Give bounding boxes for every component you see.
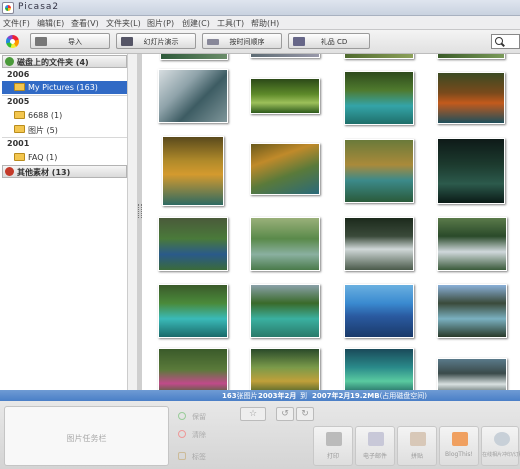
date-to: 2007年2月: [312, 392, 351, 400]
photo-thumbnail[interactable]: [344, 139, 414, 203]
sidebar-scrollbar[interactable]: [127, 54, 137, 390]
photo-thumbnail[interactable]: [158, 69, 228, 123]
import-button[interactable]: 导入: [30, 33, 110, 49]
order-prints-button[interactable]: 在线相片冲印/订购: [481, 426, 520, 466]
photo-thumbnail[interactable]: [162, 136, 224, 206]
label-button[interactable]: 标签: [172, 449, 232, 463]
picasa-logo-icon[interactable]: [6, 35, 19, 48]
year-label: 2006: [7, 70, 30, 79]
email-icon: [368, 432, 384, 446]
photo-thumbnail[interactable]: [344, 284, 414, 338]
timeline-button[interactable]: 按时间顺序: [202, 33, 282, 49]
menu-create[interactable]: 创建(C): [182, 18, 210, 29]
folder-icon: [14, 153, 25, 161]
folder-item[interactable]: My Pictures (163): [2, 81, 127, 94]
label-icon: [178, 452, 186, 460]
menu-view[interactable]: 查看(V): [71, 18, 99, 29]
tray-label: 图片任务栏: [66, 434, 107, 443]
expand-icon[interactable]: [5, 167, 14, 176]
hold-button[interactable]: 保留: [172, 409, 232, 423]
photo-thumbnail[interactable]: [437, 217, 507, 271]
photo-thumbnail[interactable]: [250, 54, 320, 58]
collapse-icon[interactable]: [5, 57, 14, 66]
print-icon: [326, 432, 342, 446]
photo-thumbnail[interactable]: [250, 78, 320, 114]
photo-thumbnail[interactable]: [250, 143, 320, 195]
photo-thumbnail[interactable]: [158, 217, 228, 271]
menu-bar: 文件(F) 编辑(E) 查看(V) 文件夹(L) 图片(P) 创建(C) 工具(…: [0, 16, 520, 30]
photo-thumbnail[interactable]: [158, 348, 228, 390]
star-icon[interactable]: ☆: [240, 407, 266, 421]
photo-thumbnail[interactable]: [437, 284, 507, 338]
hold-icon: [178, 412, 186, 420]
bottom-panel: 图片任务栏 保留 清除 标签 ☆ ↺ ↻ 打印 电子邮件 拼贴 BlogThis…: [0, 401, 520, 469]
folder-icon: [14, 111, 25, 119]
status-bar: 163张图片 2003年2月 到 2007年2月 19.2MB(占用磁盘空间): [0, 390, 520, 401]
photo-thumbnail[interactable]: [437, 138, 505, 204]
date-to-prefix: 到: [300, 392, 307, 400]
menu-folder[interactable]: 文件夹(L): [106, 18, 141, 29]
photo-thumbnail[interactable]: [344, 54, 414, 59]
toolbar: 导入 幻灯片演示 按时间顺序 礼品 CD: [0, 30, 520, 54]
photo-thumbnail[interactable]: [158, 284, 228, 338]
year-label: 2001: [7, 139, 30, 148]
folder-icon: [14, 83, 25, 91]
photo-count: 163张图片: [222, 392, 258, 400]
photo-thumbnail[interactable]: [344, 217, 414, 271]
divider: [2, 95, 127, 96]
photo-thumbnail[interactable]: [250, 284, 320, 338]
app-icon: [2, 2, 14, 14]
photo-thumbnail[interactable]: [437, 72, 505, 124]
menu-help[interactable]: 帮助(H): [251, 18, 279, 29]
order-prints-icon: [494, 432, 510, 446]
other-media-header[interactable]: 其他素材 (13): [2, 165, 127, 178]
collage-button[interactable]: 拼贴: [397, 426, 437, 466]
collage-icon: [410, 432, 426, 446]
photo-thumbnail[interactable]: [437, 54, 505, 59]
photo-thumbnail[interactable]: [437, 358, 507, 390]
local-folders-header[interactable]: 磁盘上的文件夹 (4): [2, 55, 127, 68]
title-bar: Picasa2: [0, 0, 520, 16]
photo-thumbnail[interactable]: [250, 348, 320, 390]
email-button[interactable]: 电子邮件: [355, 426, 395, 466]
window-title: Picasa2: [18, 2, 60, 12]
folder-icon: [14, 125, 25, 133]
photo-gallery: [142, 54, 520, 390]
disk-size: 19.2MB(占用磁盘空间): [350, 392, 428, 400]
gift-cd-button[interactable]: 礼品 CD: [288, 33, 370, 49]
menu-edit[interactable]: 编辑(E): [37, 18, 64, 29]
folder-sidebar: 磁盘上的文件夹 (4) 2006 My Pictures (163) 2005 …: [0, 54, 131, 390]
blogthis-button[interactable]: BlogThis!: [439, 426, 479, 466]
rotate-right-icon[interactable]: ↻: [296, 407, 314, 421]
clear-icon: [178, 430, 186, 438]
menu-tools[interactable]: 工具(T): [217, 18, 244, 29]
year-label: 2005: [7, 97, 30, 106]
photo-thumbnail[interactable]: [344, 71, 414, 125]
folder-item[interactable]: FAQ (1): [2, 151, 127, 164]
photo-thumbnail[interactable]: [160, 54, 228, 60]
search-input[interactable]: [491, 34, 520, 49]
photo-thumbnail[interactable]: [344, 348, 414, 390]
date-from: 2003年2月: [258, 392, 297, 400]
folder-item[interactable]: 图片 (5): [2, 123, 127, 136]
folder-item[interactable]: 6688 (1): [2, 109, 127, 122]
picture-tray[interactable]: 图片任务栏: [4, 406, 169, 466]
clear-button[interactable]: 清除: [172, 427, 232, 441]
rotate-left-icon[interactable]: ↺: [276, 407, 294, 421]
photo-thumbnail[interactable]: [250, 217, 320, 271]
print-button[interactable]: 打印: [313, 426, 353, 466]
blogger-icon: [452, 432, 468, 446]
slideshow-button[interactable]: 幻灯片演示: [116, 33, 196, 49]
menu-file[interactable]: 文件(F): [3, 18, 30, 29]
menu-picture[interactable]: 图片(P): [147, 18, 174, 29]
divider: [2, 137, 127, 138]
mini-toolbar: ☆ ↺ ↻: [240, 407, 320, 421]
